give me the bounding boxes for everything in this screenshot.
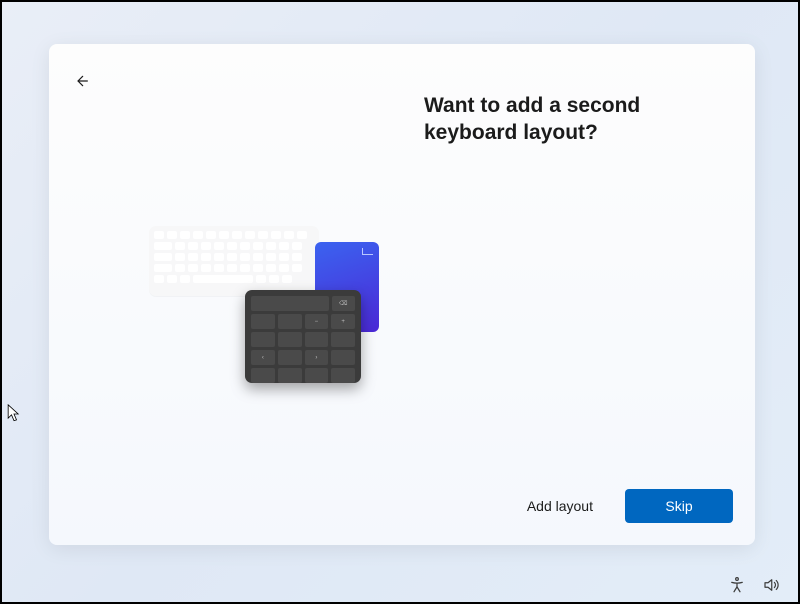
- add-layout-button[interactable]: Add layout: [513, 490, 607, 522]
- back-button[interactable]: [67, 66, 97, 96]
- keyboard-illustration: ⌫ −+ ‹›: [149, 224, 389, 424]
- taskbar-tray: [728, 576, 780, 594]
- back-arrow-icon: [74, 73, 90, 89]
- page-heading: Want to add a second keyboard layout?: [424, 92, 714, 147]
- accessibility-icon[interactable]: [728, 576, 746, 594]
- mouse-cursor-icon: [7, 404, 21, 424]
- dark-numpad-graphic: ⌫ −+ ‹›: [245, 290, 361, 383]
- skip-button[interactable]: Skip: [625, 489, 733, 523]
- sound-icon[interactable]: [762, 576, 780, 594]
- footer-buttons: Add layout Skip: [513, 489, 733, 523]
- setup-card: Want to add a second keyboard layout? ⌫ …: [49, 44, 755, 545]
- white-keyboard-graphic: [149, 226, 319, 296]
